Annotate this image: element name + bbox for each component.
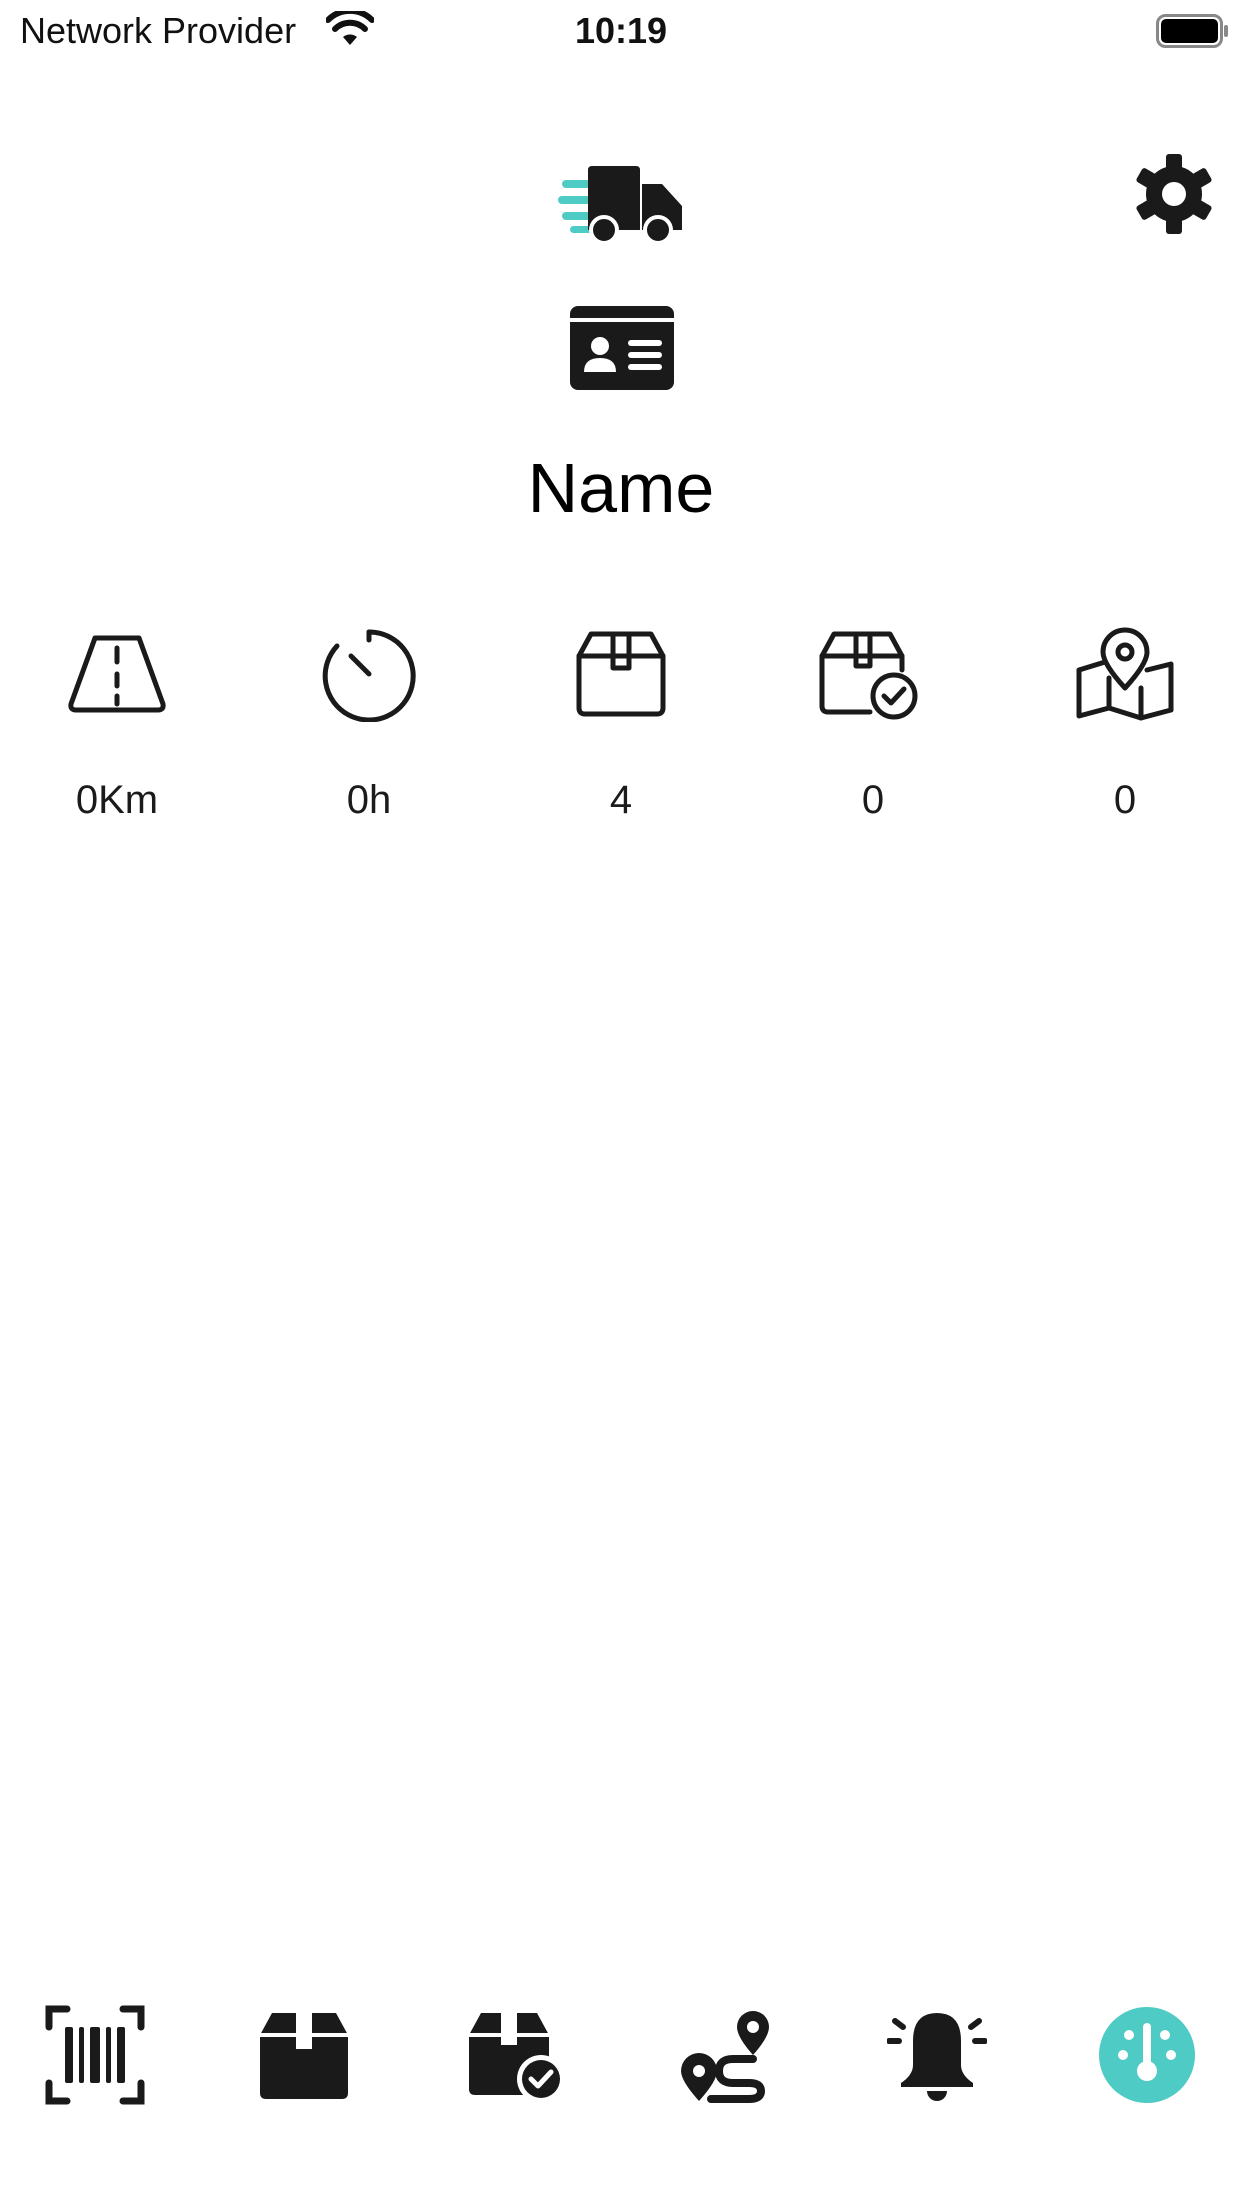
bottom-tab-bar bbox=[0, 1990, 1242, 2130]
settings-button[interactable] bbox=[1132, 152, 1216, 236]
box-icon bbox=[260, 2013, 348, 2099]
package-delivered-icon bbox=[819, 631, 918, 720]
stat-time-value: 0h bbox=[346, 778, 392, 822]
tab-scan[interactable] bbox=[20, 1990, 170, 2120]
truck-logo-icon bbox=[558, 166, 682, 244]
stat-stops-value: 0 bbox=[1113, 778, 1137, 822]
battery-icon bbox=[1156, 14, 1228, 48]
timer-icon bbox=[322, 629, 416, 722]
status-time: 10:19 bbox=[574, 10, 668, 51]
road-icon bbox=[68, 635, 166, 713]
stat-delivered-value: 0 bbox=[861, 778, 885, 822]
stat-packages-value: 4 bbox=[609, 778, 633, 822]
alarm-bell-icon bbox=[887, 2013, 987, 2101]
driver-name: Name bbox=[527, 449, 715, 527]
tab-route[interactable] bbox=[652, 1990, 802, 2120]
box-check-icon bbox=[469, 2013, 565, 2103]
barcode-scan-icon bbox=[45, 2005, 145, 2105]
map-pin-icon bbox=[1076, 627, 1174, 721]
tab-alerts[interactable] bbox=[862, 1990, 1012, 2120]
stat-packages: 4 bbox=[521, 626, 721, 846]
stats-row: 0Km 0h 4 0 0 bbox=[0, 626, 1242, 846]
tab-delivered[interactable] bbox=[440, 1990, 590, 2120]
status-bar: Network Provider 10:19 bbox=[0, 0, 1242, 62]
id-card-icon bbox=[570, 306, 674, 390]
tab-dashboard[interactable] bbox=[1072, 1990, 1222, 2120]
stat-distance-value: 0Km bbox=[75, 778, 159, 822]
stat-distance: 0Km bbox=[17, 626, 217, 846]
stat-delivered: 0 bbox=[773, 626, 973, 846]
gear-icon bbox=[1136, 154, 1212, 234]
dashboard-gauge-icon bbox=[1099, 2007, 1195, 2103]
tab-packages[interactable] bbox=[229, 1990, 379, 2120]
route-icon bbox=[681, 2011, 769, 2103]
stat-stops: 0 bbox=[1025, 626, 1225, 846]
stat-time: 0h bbox=[269, 626, 469, 846]
package-icon bbox=[576, 631, 666, 717]
